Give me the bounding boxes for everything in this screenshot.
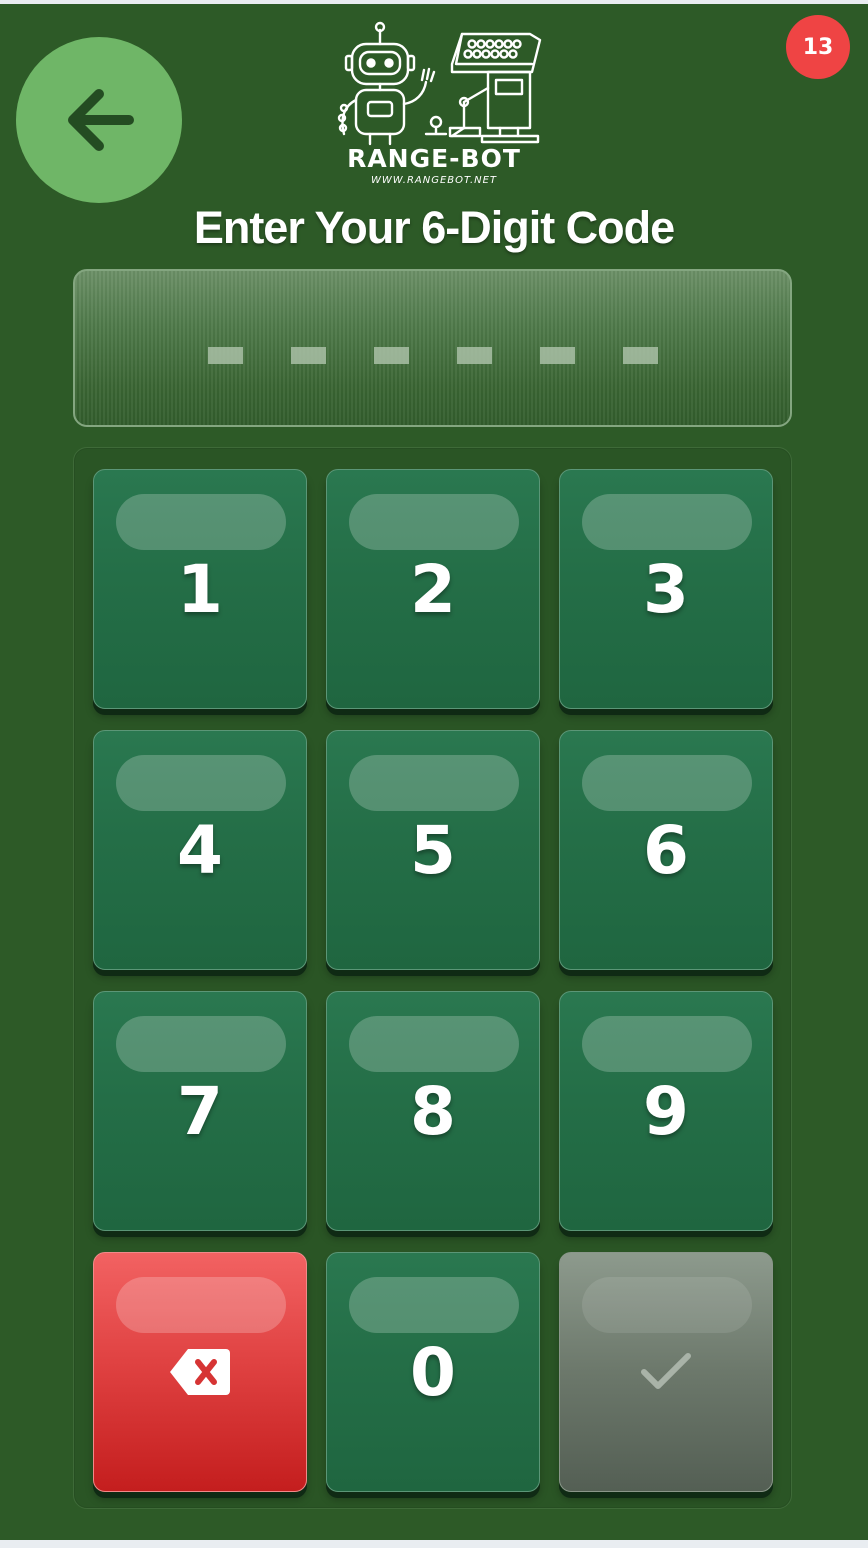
keypad: 1 2 3 4 5 6 7 8 9 0 [73, 447, 792, 1509]
key-2[interactable]: 2 [326, 469, 540, 709]
key-label: 9 [643, 1072, 689, 1150]
logo-brand-name: RANGE-BOT [347, 144, 521, 173]
confirm-button[interactable] [559, 1252, 773, 1492]
key-label: 6 [643, 811, 689, 889]
page-title: Enter Your 6-Digit Code [193, 202, 675, 253]
code-digit-slot [290, 346, 326, 364]
code-digit-slot [622, 346, 658, 364]
checkmark-icon [641, 1353, 691, 1389]
notification-badge: 13 [786, 15, 850, 79]
key-7[interactable]: 7 [93, 991, 307, 1231]
kiosk-screen: RANGE-BOT WWW.RANGEBOT.NET 13 Enter Your… [0, 4, 868, 1540]
key-5[interactable]: 5 [326, 730, 540, 970]
key-3[interactable]: 3 [559, 469, 773, 709]
key-9[interactable]: 9 [559, 991, 773, 1231]
arrow-left-icon [68, 89, 134, 151]
code-digit-slot [539, 346, 575, 364]
delete-button[interactable] [93, 1252, 307, 1492]
backspace-icon [170, 1349, 230, 1395]
code-display [73, 269, 792, 427]
key-label: 4 [177, 811, 223, 889]
key-8[interactable]: 8 [326, 991, 540, 1231]
robot-ball-machine-icon [337, 21, 542, 146]
key-label: 0 [410, 1333, 456, 1411]
key-label: 8 [410, 1072, 456, 1150]
code-digit-slot [207, 346, 243, 364]
key-label: 1 [177, 550, 223, 628]
key-label: 5 [410, 811, 456, 889]
code-digit-slot [456, 346, 492, 364]
key-4[interactable]: 4 [93, 730, 307, 970]
key-label: 3 [643, 550, 689, 628]
key-label: 7 [177, 1072, 223, 1150]
logo-url: WWW.RANGEBOT.NET [370, 175, 498, 186]
key-6[interactable]: 6 [559, 730, 773, 970]
key-0[interactable]: 0 [326, 1252, 540, 1492]
back-button[interactable] [16, 37, 182, 203]
code-digit-slot [373, 346, 409, 364]
key-label: 2 [410, 550, 456, 628]
range-bot-logo: RANGE-BOT WWW.RANGEBOT.NET [300, 18, 568, 194]
key-1[interactable]: 1 [93, 469, 307, 709]
